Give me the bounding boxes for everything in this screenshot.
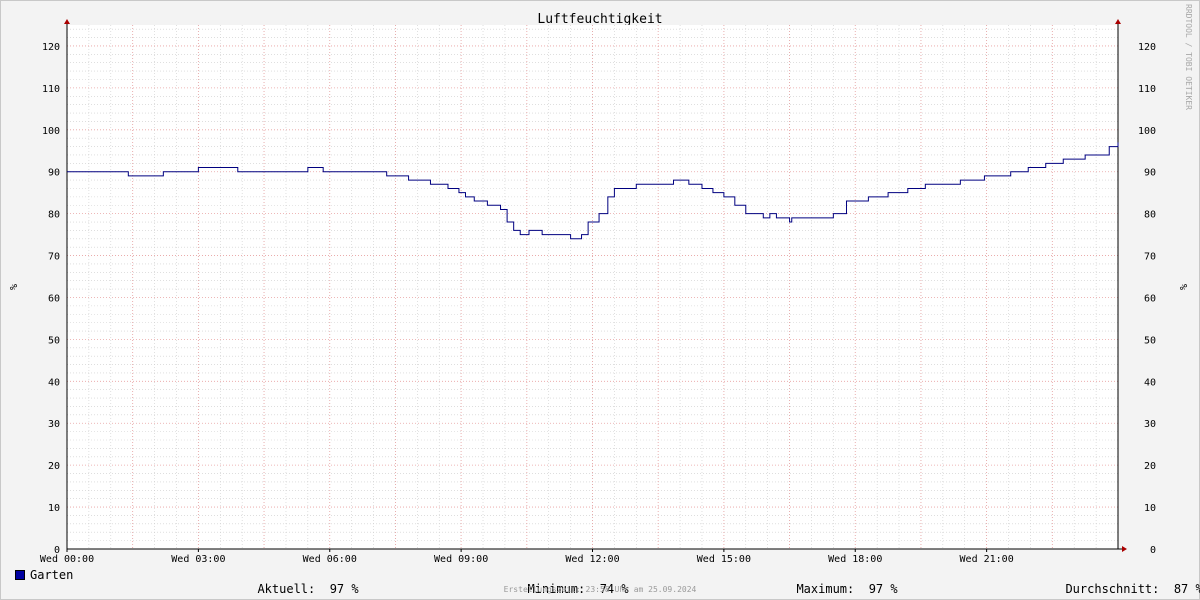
y-tick-label-right: 40 — [1144, 377, 1156, 388]
legend-series-label: Garten — [30, 568, 74, 582]
x-tick-label: Wed 12:00 — [565, 554, 619, 565]
y-tick-label-left: 70 — [48, 252, 60, 263]
y-tick-label-left: 20 — [48, 461, 60, 472]
y-tick-label-right: 50 — [1144, 335, 1156, 346]
y-tick-label-right: 120 — [1138, 42, 1156, 53]
y-axis-arrow-left — [64, 19, 70, 24]
y-tick-label-right: 110 — [1138, 84, 1156, 95]
y-tick-label-right: 60 — [1144, 293, 1156, 304]
y-tick-label-left: 90 — [48, 168, 60, 179]
x-tick-label: Wed 00:00 — [40, 554, 94, 565]
x-axis-arrow — [1122, 546, 1127, 552]
y-tick-label-right: 0 — [1150, 545, 1156, 556]
y-tick-label-left: 10 — [48, 503, 60, 514]
y-tick-label-left: 120 — [42, 42, 60, 53]
y-tick-label-left: 50 — [48, 335, 60, 346]
y-tick-label-left: 40 — [48, 377, 60, 388]
y-tick-label-right: 80 — [1144, 210, 1156, 221]
y-tick-label-right: 100 — [1138, 126, 1156, 137]
creation-time-footer: Erstellungszeit: 23:58 Uhr am 25.09.2024 — [503, 585, 697, 594]
y-tick-label-left: 80 — [48, 210, 60, 221]
y-tick-label-left: 30 — [48, 419, 60, 430]
y-tick-label-left: 60 — [48, 293, 60, 304]
y-tick-label-left: 100 — [42, 126, 60, 137]
x-tick-label: Wed 03:00 — [171, 554, 225, 565]
chart-title: Luftfeuchtigkeit — [537, 12, 662, 27]
x-tick-label: Wed 15:00 — [697, 554, 751, 565]
y-tick-label-left: 110 — [42, 84, 60, 95]
x-tick-label: Wed 06:00 — [303, 554, 357, 565]
legend-swatch-garten — [15, 570, 25, 580]
y-tick-label-right: 30 — [1144, 419, 1156, 430]
y-tick-label-right: 10 — [1144, 503, 1156, 514]
x-tick-label: Wed 09:00 — [434, 554, 488, 565]
y-tick-label-right: 70 — [1144, 252, 1156, 263]
y-axis-arrow-right — [1115, 19, 1121, 24]
x-tick-label: Wed 18:00 — [828, 554, 882, 565]
y-tick-label-right: 90 — [1144, 168, 1156, 179]
rrdtool-credit: RRDTOOL / TOBI OETIKER — [1184, 4, 1193, 110]
y-tick-label-right: 20 — [1144, 461, 1156, 472]
y-axis-label-left: % — [7, 284, 18, 290]
x-tick-label: Wed 21:00 — [960, 554, 1014, 565]
y-axis-label-right: % — [1177, 284, 1188, 290]
chart-svg: Luftfeuchtigkeit 0 010 1020 2030 3040 4050 506… — [7, 12, 1188, 565]
